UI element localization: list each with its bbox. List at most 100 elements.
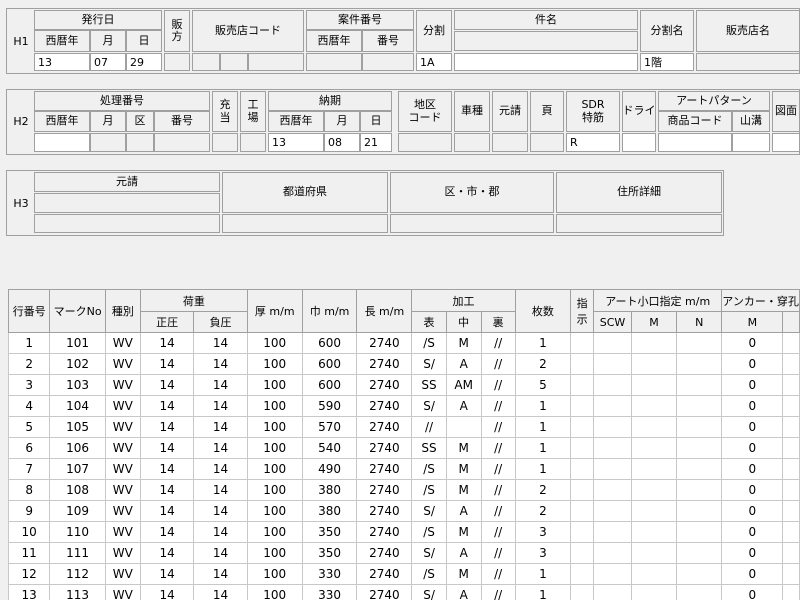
- cell-load-neg[interactable]: 14: [193, 479, 248, 501]
- cell-row-no[interactable]: 2: [8, 353, 51, 375]
- cell-kind[interactable]: WV: [104, 584, 141, 600]
- cell-mark-no[interactable]: 105: [49, 416, 106, 438]
- cell-n[interactable]: [676, 416, 723, 438]
- cell-proc-front[interactable]: S/: [411, 542, 447, 564]
- cell-kind[interactable]: WV: [104, 416, 141, 438]
- dealer-code-input-2[interactable]: [220, 53, 248, 71]
- cell-load-neg[interactable]: 14: [193, 563, 248, 585]
- dealer-code-input-3[interactable]: [248, 53, 304, 71]
- dry-input[interactable]: [622, 133, 656, 152]
- cell-width[interactable]: 330: [301, 584, 358, 600]
- factory-input[interactable]: [240, 133, 266, 152]
- dealer-code-input-1[interactable]: [192, 53, 220, 71]
- city-input[interactable]: [390, 214, 554, 233]
- cell-extra[interactable]: [782, 353, 800, 375]
- page-input[interactable]: [530, 133, 564, 152]
- table-row[interactable]: 3 103 WV 14 14 100 600 2740 SS AM//5 0: [8, 374, 800, 396]
- cell-n[interactable]: [676, 479, 723, 501]
- cell-load-pos[interactable]: 14: [139, 374, 195, 396]
- cell-n[interactable]: [676, 395, 723, 417]
- cell-row-no[interactable]: 3: [8, 374, 51, 396]
- cell-m[interactable]: [630, 332, 678, 354]
- cell-m[interactable]: [630, 500, 678, 522]
- cell-instruction[interactable]: [570, 542, 595, 564]
- cell-row-no[interactable]: 6: [8, 437, 51, 459]
- cell-proc-back[interactable]: //: [480, 353, 516, 375]
- cell-load-neg[interactable]: 14: [193, 584, 248, 600]
- cell-length[interactable]: 2740: [356, 479, 413, 501]
- cell-proc-front[interactable]: SS: [411, 437, 447, 459]
- cell-scw[interactable]: [593, 332, 632, 354]
- cell-thickness[interactable]: 100: [246, 437, 303, 459]
- cell-row-no[interactable]: 1: [8, 332, 51, 354]
- cell-thickness[interactable]: 100: [246, 395, 303, 417]
- cell-proc-mid[interactable]: M: [445, 332, 482, 354]
- cell-row-no[interactable]: 7: [8, 458, 51, 480]
- process-ward-input[interactable]: [126, 133, 154, 152]
- cell-proc-back[interactable]: //: [480, 416, 516, 438]
- allocation-input[interactable]: [212, 133, 238, 152]
- cell-anchor-m[interactable]: 0: [721, 374, 784, 396]
- cell-extra[interactable]: [782, 416, 800, 438]
- cell-kind[interactable]: WV: [104, 458, 141, 480]
- cell-load-pos[interactable]: 14: [139, 458, 195, 480]
- cell-thickness[interactable]: 100: [246, 479, 303, 501]
- cell-instruction[interactable]: [570, 353, 595, 375]
- cell-length[interactable]: 2740: [356, 416, 413, 438]
- cell-anchor-m[interactable]: 0: [721, 332, 784, 354]
- cell-thickness[interactable]: 100: [246, 584, 303, 600]
- cell-proc-front[interactable]: S/: [411, 500, 447, 522]
- cell-anchor-m[interactable]: 0: [721, 416, 784, 438]
- cell-count[interactable]: 1: [514, 332, 572, 354]
- cell-load-neg[interactable]: 14: [193, 332, 248, 354]
- cell-proc-front[interactable]: //: [411, 416, 447, 438]
- cell-scw[interactable]: [593, 395, 632, 417]
- cell-proc-mid[interactable]: A: [445, 353, 482, 375]
- cell-anchor-m[interactable]: 0: [721, 353, 784, 375]
- cell-count[interactable]: 3: [514, 521, 572, 543]
- product-code-input[interactable]: [658, 133, 732, 152]
- cell-count[interactable]: 1: [514, 458, 572, 480]
- table-row[interactable]: 8 108 WV 14 14 100 380 2740/S M//2 0: [8, 479, 800, 501]
- cell-anchor-m[interactable]: 0: [721, 542, 784, 564]
- cell-proc-mid[interactable]: M: [445, 563, 482, 585]
- cell-extra[interactable]: [782, 395, 800, 417]
- cell-row-no[interactable]: 9: [8, 500, 51, 522]
- cell-mark-no[interactable]: 104: [49, 395, 106, 417]
- table-row[interactable]: 1 101 WV 14 14 100 600 2740/S M//1 0: [8, 332, 800, 354]
- cell-instruction[interactable]: [570, 521, 595, 543]
- cell-thickness[interactable]: 100: [246, 542, 303, 564]
- cell-anchor-m[interactable]: 0: [721, 500, 784, 522]
- cell-row-no[interactable]: 10: [8, 521, 51, 543]
- cell-scw[interactable]: [593, 353, 632, 375]
- cell-thickness[interactable]: 100: [246, 332, 303, 354]
- table-row[interactable]: 4 104 WV 14 14 100 590 2740 S/A//1 0: [8, 395, 800, 417]
- due-year-input[interactable]: 13: [268, 133, 324, 152]
- cell-instruction[interactable]: [570, 479, 595, 501]
- cell-instruction[interactable]: [570, 374, 595, 396]
- cell-n[interactable]: [676, 353, 723, 375]
- cell-width[interactable]: 380: [301, 479, 358, 501]
- detail-grid[interactable]: 行番号 マークNo 種別 荷重 厚 m/m 巾 m/m 長 m/m 加工 枚数 …: [8, 289, 800, 600]
- cell-load-pos[interactable]: 14: [139, 500, 195, 522]
- process-year-input[interactable]: [34, 133, 90, 152]
- table-row[interactable]: 12 112 WV 14 14 100 330 2740/S M//1 0: [8, 563, 800, 585]
- sales-method-input[interactable]: [164, 53, 190, 71]
- cell-m[interactable]: [630, 584, 678, 600]
- cell-instruction[interactable]: [570, 458, 595, 480]
- cell-extra[interactable]: [782, 437, 800, 459]
- table-row[interactable]: 6 106 WV 14 14 100 540 2740 SS M//1 0: [8, 437, 800, 459]
- cell-proc-front[interactable]: /S: [411, 563, 447, 585]
- cell-mark-no[interactable]: 101: [49, 332, 106, 354]
- cell-width[interactable]: 490: [301, 458, 358, 480]
- cell-extra[interactable]: [782, 479, 800, 501]
- cell-instruction[interactable]: [570, 563, 595, 585]
- address-input[interactable]: [556, 214, 722, 233]
- cell-proc-back[interactable]: //: [480, 374, 516, 396]
- cell-scw[interactable]: [593, 458, 632, 480]
- cell-kind[interactable]: WV: [104, 542, 141, 564]
- cell-anchor-m[interactable]: 0: [721, 584, 784, 600]
- cell-width[interactable]: 600: [301, 332, 358, 354]
- cell-load-pos[interactable]: 14: [139, 332, 195, 354]
- table-row[interactable]: 13 113 WV 14 14 100 330 2740 S/A//1 0: [8, 584, 800, 600]
